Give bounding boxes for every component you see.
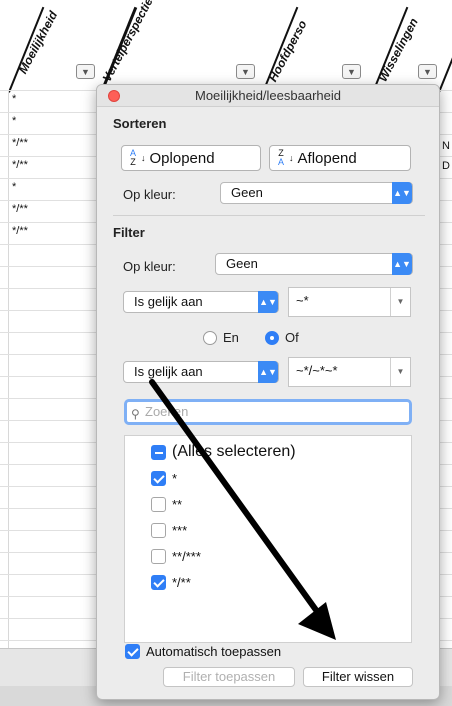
auto-apply-option[interactable]: Automatisch toepassen bbox=[125, 644, 281, 659]
cell-a7[interactable]: */** bbox=[12, 225, 28, 237]
column-header-row: Moeilijkheid Vertelperspectief Hoofdpers… bbox=[0, 0, 452, 94]
dropdown-icon[interactable]: ▼ bbox=[236, 64, 255, 79]
sort-ascending-button[interactable]: A Z ↓ Oplopend bbox=[121, 145, 261, 171]
condition1-value: ~* bbox=[296, 293, 309, 308]
radio-and-label: En bbox=[223, 330, 239, 345]
cell-a1[interactable]: * bbox=[12, 93, 16, 105]
apply-filter-button[interactable]: Filter toepassen bbox=[163, 667, 295, 687]
divider bbox=[113, 215, 425, 216]
condition2-operator-value: Is gelijk aan bbox=[134, 364, 203, 379]
checkbox[interactable] bbox=[151, 548, 166, 564]
list-item-label: **/*** bbox=[172, 548, 201, 564]
cell-a6[interactable]: */** bbox=[12, 203, 28, 215]
sort-descending-button[interactable]: Z A ↓ Aflopend bbox=[269, 145, 411, 171]
condition2-operator-select[interactable]: Is gelijk aan ▲▼ bbox=[123, 361, 279, 383]
list-item[interactable]: **/*** bbox=[151, 547, 201, 565]
filter-color-label: Op kleur: bbox=[123, 259, 176, 274]
dropdown-icon[interactable]: ▼ bbox=[418, 64, 437, 79]
list-item-label: (Alles selecteren) bbox=[172, 443, 296, 460]
close-icon[interactable] bbox=[108, 90, 120, 102]
down-arrow-icon: ↓ bbox=[289, 153, 294, 163]
condition2-value-combo[interactable]: ~*/~*~* ▼ bbox=[288, 357, 411, 387]
cell-a5[interactable]: * bbox=[12, 181, 16, 193]
cell-far-right-2[interactable]: D bbox=[442, 160, 450, 172]
panel-titlebar: Moeilijkheid/leesbaarheid bbox=[97, 85, 439, 107]
auto-apply-label: Automatisch toepassen bbox=[146, 644, 282, 659]
condition1-operator-select[interactable]: Is gelijk aan ▲▼ bbox=[123, 291, 279, 313]
chevron-updown-icon: ▲▼ bbox=[258, 291, 278, 313]
list-item-label: *** bbox=[172, 522, 188, 538]
cell-a3[interactable]: */** bbox=[12, 137, 28, 149]
list-item[interactable]: ** bbox=[151, 495, 182, 513]
list-item-label: */** bbox=[172, 574, 191, 590]
chevron-updown-icon: ▲▼ bbox=[392, 253, 412, 275]
search-icon: ⚲ bbox=[131, 407, 140, 421]
funnel-filter-icon[interactable]: ▼ bbox=[76, 64, 95, 79]
filter-heading: Filter bbox=[113, 225, 145, 240]
chevron-down-icon[interactable]: ▼ bbox=[390, 288, 410, 316]
sort-descending-label: Aflopend bbox=[297, 149, 357, 167]
list-item-label: * bbox=[172, 470, 178, 486]
filter-value-list[interactable]: (Alles selecteren) * ** *** **/*** */** bbox=[124, 435, 412, 643]
filter-color-select[interactable]: Geen ▲▼ bbox=[215, 253, 413, 275]
checkbox[interactable] bbox=[151, 522, 166, 538]
filter-panel: Moeilijkheid/leesbaarheid Sorteren A Z ↓… bbox=[96, 84, 440, 700]
checkbox[interactable] bbox=[151, 496, 166, 512]
list-item-label: ** bbox=[172, 496, 183, 512]
down-arrow-icon: ↓ bbox=[141, 153, 146, 163]
checkbox-checked[interactable] bbox=[151, 470, 166, 486]
sort-color-select[interactable]: Geen ▲▼ bbox=[220, 182, 413, 204]
radio-and[interactable] bbox=[203, 331, 217, 345]
header-vertelperspectief: Vertelperspectief bbox=[99, 0, 158, 84]
condition2-value: ~*/~*~* bbox=[296, 363, 338, 378]
clear-filter-button[interactable]: Filter wissen bbox=[303, 667, 413, 687]
chevron-down-icon[interactable]: ▼ bbox=[390, 358, 410, 386]
cell-a2[interactable]: * bbox=[12, 115, 16, 127]
panel-title: Moeilijkheid/leesbaarheid bbox=[195, 88, 341, 103]
condition1-value-combo[interactable]: ~* ▼ bbox=[288, 287, 411, 317]
chevron-updown-icon: ▲▼ bbox=[258, 361, 278, 383]
list-item[interactable]: *** bbox=[151, 521, 187, 539]
filter-color-value: Geen bbox=[226, 256, 258, 271]
sort-heading: Sorteren bbox=[113, 116, 167, 131]
chevron-updown-icon: ▲▼ bbox=[392, 182, 412, 204]
dropdown-icon[interactable]: ▼ bbox=[342, 64, 361, 79]
cell-far-right-1[interactable]: N bbox=[442, 140, 450, 152]
list-item-select-all[interactable]: (Alles selecteren) bbox=[151, 443, 296, 461]
radio-or[interactable] bbox=[265, 331, 279, 345]
checkbox-mixed[interactable] bbox=[151, 444, 166, 460]
sort-color-label: Op kleur: bbox=[123, 187, 176, 202]
search-input[interactable]: ⚲ Zoeken bbox=[124, 399, 412, 425]
column-divider bbox=[8, 90, 9, 650]
sort-ascending-label: Oplopend bbox=[149, 149, 215, 167]
sort-ascending-icon: A Z bbox=[130, 148, 137, 167]
list-item[interactable]: */** bbox=[151, 573, 191, 591]
cell-a4[interactable]: */** bbox=[12, 159, 28, 171]
header-divider bbox=[438, 6, 452, 93]
search-placeholder: Zoeken bbox=[145, 404, 189, 419]
checkbox-checked[interactable] bbox=[151, 574, 166, 590]
radio-or-label: Of bbox=[285, 330, 299, 345]
sort-color-value: Geen bbox=[231, 185, 263, 200]
checkbox-checked[interactable] bbox=[125, 644, 140, 659]
sort-descending-icon: Z A bbox=[278, 148, 285, 167]
condition1-operator-value: Is gelijk aan bbox=[134, 294, 203, 309]
list-item[interactable]: * bbox=[151, 469, 177, 487]
